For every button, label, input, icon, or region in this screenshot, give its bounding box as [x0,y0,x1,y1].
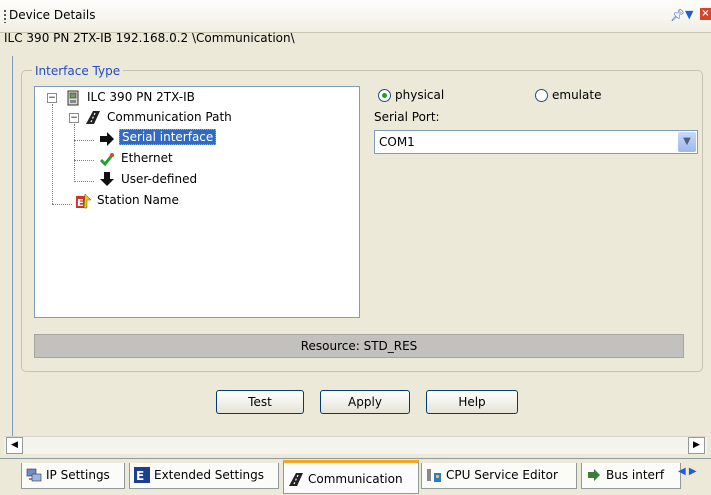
tab-ip-settings[interactable]: IP Settings [21,463,125,489]
interface-type-label: Interface Type [32,64,124,78]
grip-handle[interactable] [4,10,6,23]
tree-item-station-name[interactable]: Station Name [97,193,179,207]
serial-port-label: Serial Port: [374,110,440,124]
tree-item-ethernet[interactable]: Ethernet [121,151,173,165]
tab-extended-settings[interactable]: E Extended Settings [129,463,279,489]
physical-label: physical [395,88,445,102]
svg-text:E: E [136,469,144,483]
tab-scroll-arrows[interactable]: ◀ ▶ [678,466,697,477]
tab-label: CPU Service Editor [446,468,558,482]
scroll-right-icon[interactable]: ▶ [688,437,705,454]
arrow-right-icon [100,132,114,146]
emulate-label: emulate [552,88,602,102]
tree-line [52,204,72,205]
emulate-radio[interactable] [535,89,548,102]
dropdown-menu-icon[interactable]: ▼ [685,8,693,21]
tab-label: IP Settings [46,468,110,482]
communication-icon [289,473,303,486]
test-button[interactable]: Test [216,390,304,414]
tab-communication[interactable]: Communication [283,460,419,494]
tab-label: Bus interf [606,468,665,482]
arrow-down-icon [100,172,114,186]
close-icon[interactable]: × [700,8,711,20]
device-path: ILC 390 PN 2TX-IB 192.168.0.2 \Communica… [4,31,295,45]
window-title: Device Details [9,8,96,22]
tab-label: Communication [308,472,403,486]
horizontal-scrollbar[interactable]: ◀ ▶ [4,436,707,454]
tab-bus-interface[interactable]: Bus interf [581,463,681,489]
cpu-icon [427,469,441,482]
tree-item-communication-path[interactable]: Communication Path [107,110,232,124]
station-name-icon: E [76,193,92,209]
device-icon [67,90,79,106]
bus-interface-icon [588,469,600,481]
tab-cpu-service-editor[interactable]: CPU Service Editor [421,463,577,489]
tree-item-user-defined[interactable]: User-defined [121,172,197,186]
communication-path-icon [86,111,100,124]
network-icon [26,468,42,482]
tab-label: Extended Settings [154,468,265,482]
tree-line [74,140,94,141]
tree-item-device[interactable]: ILC 390 PN 2TX-IB [87,90,195,104]
scroll-left-icon[interactable]: ◀ [6,437,23,454]
collapse-device-button[interactable]: − [47,93,57,103]
svg-text:E: E [77,198,84,209]
tree-line [74,124,75,182]
resource-status: Resource: STD_RES [34,334,684,358]
tree-line [52,104,53,204]
physical-radio[interactable] [378,89,391,102]
serial-port-select[interactable]: COM1 ▼ [374,130,698,154]
tree-item-serial-interface[interactable]: Serial interface [119,129,217,145]
serial-interface-label: Serial interface [119,129,217,145]
chevron-down-icon[interactable]: ▼ [678,132,696,152]
checkmark-icon [99,153,115,167]
interface-tree[interactable]: − ILC 390 PN 2TX-IB − Communication Path… [34,86,360,318]
extended-settings-icon: E [134,467,150,483]
collapse-communication-path-button[interactable]: − [69,113,79,123]
title-bar [0,0,711,33]
help-button[interactable]: Help [426,390,518,414]
tree-line [74,181,94,182]
apply-button[interactable]: Apply [320,390,410,414]
pin-icon[interactable]: 📌︎ [670,8,685,22]
serial-port-value: COM1 [379,135,415,149]
tree-line [74,160,94,161]
